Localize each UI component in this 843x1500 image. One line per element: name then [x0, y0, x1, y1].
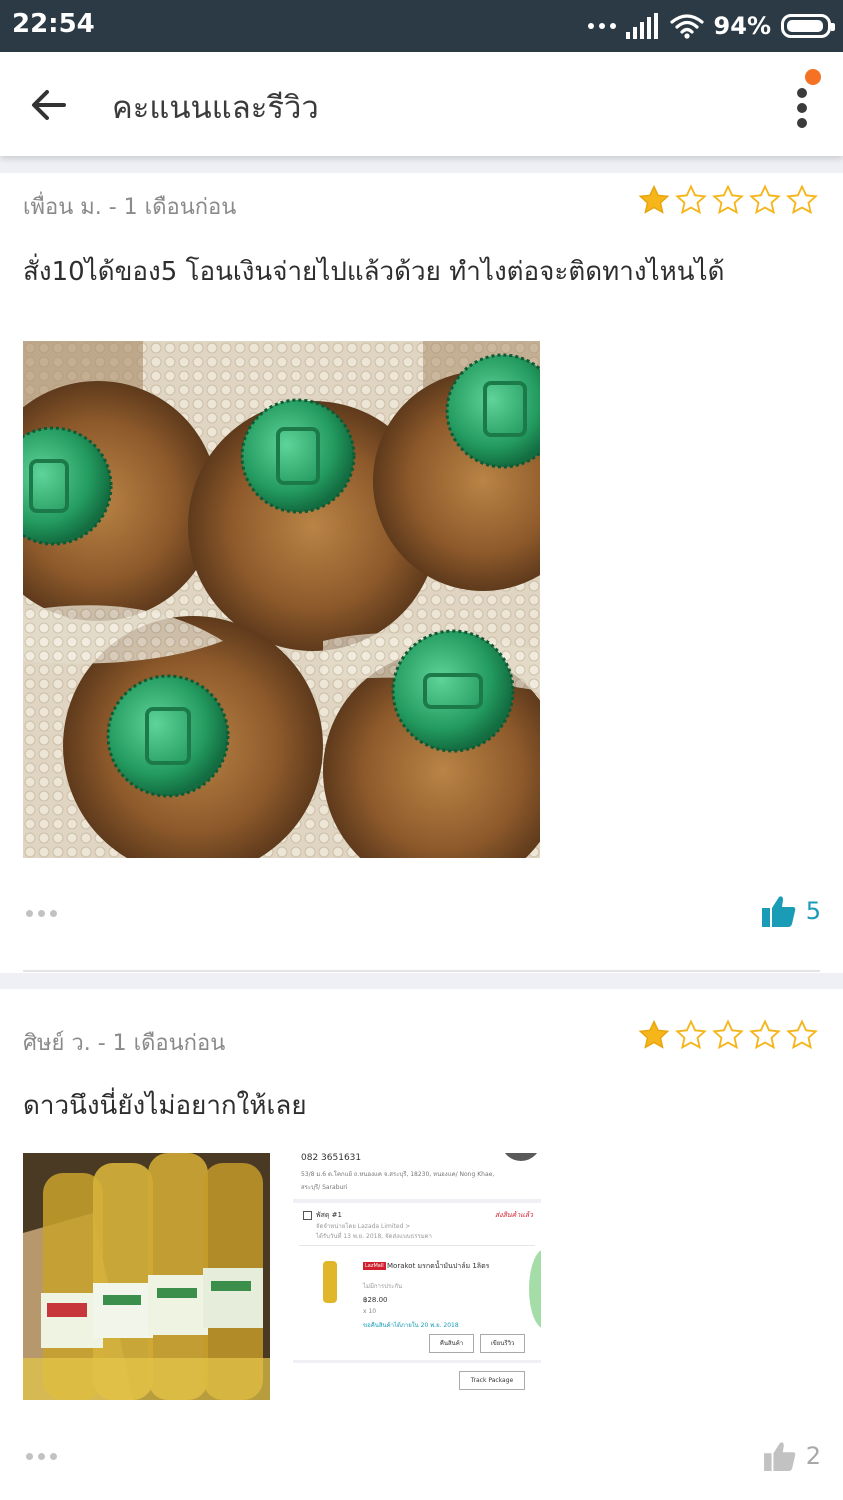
arrow-left-icon: [32, 90, 66, 120]
wifi-icon: [669, 14, 704, 39]
order-screenshot-photo[interactable]: 082 3651631 53/8 ม.6 ต.โคกแย้ ถ.หนองแค จ…: [293, 1153, 541, 1400]
star-rating: [637, 183, 819, 217]
order-warranty: ไม่มีการประกัน: [363, 1283, 403, 1290]
notification-dot: [805, 69, 821, 85]
like-count: 2: [805, 1442, 821, 1470]
star-filled-icon: [638, 184, 670, 214]
like-count: 5: [805, 897, 821, 925]
star-empty-icon: [786, 184, 818, 215]
reviewer-info: เพื่อน ม. - 1 เดือนก่อน: [23, 195, 237, 220]
cooking-oil-bottles-photo[interactable]: [23, 341, 540, 858]
star-empty-icon: [675, 184, 707, 215]
star-empty-icon: [712, 1019, 744, 1050]
order-return-note: ขอคืนสินค้าได้ภายใน 20 พ.ย. 2018: [363, 1322, 459, 1329]
section-gap: [0, 973, 843, 989]
thumbs-up-icon: [763, 1442, 795, 1471]
track-package-button[interactable]: Track Package: [459, 1371, 525, 1390]
app-header: คะแนนและรีวิว: [0, 52, 843, 156]
status-bar: 22:54 94%: [0, 0, 843, 52]
more-options-icon[interactable]: [26, 910, 57, 917]
return-button[interactable]: คืนสินค้า: [429, 1334, 474, 1353]
order-package-status: ส่งสินค้าแล้ว: [494, 1211, 533, 1219]
order-phone: 082 3651631: [301, 1153, 362, 1163]
like-button[interactable]: 5: [761, 895, 821, 927]
product-thumbnail: [323, 1261, 337, 1303]
star-empty-icon: [712, 184, 744, 215]
status-time: 22:54: [12, 9, 95, 39]
battery-percent: 94%: [713, 12, 771, 40]
review-card: เพื่อน ม. - 1 เดือนก่อน สั่ง10ได้ของ5 โอ…: [0, 173, 843, 973]
star-empty-icon: [675, 1019, 707, 1050]
like-button[interactable]: 2: [763, 1441, 821, 1471]
order-product-name: Morakot มรกตน้ำมันปาล์ม 1ลิตร: [387, 1262, 490, 1270]
battery-icon: [781, 14, 835, 38]
more-menu-button[interactable]: [787, 69, 821, 136]
review-card: ศิษย์ ว. - 1 เดือนก่อน ดาวนึงนี่ยังไม่อย…: [0, 989, 843, 1500]
more-vertical-icon: [797, 88, 807, 98]
order-quantity: x 10: [363, 1308, 377, 1315]
order-address-line1: 53/8 ม.6 ต.โคกแย้ ถ.หนองแค จ.สระบุรี, 18…: [301, 1171, 495, 1178]
more-options-icon[interactable]: [26, 1453, 57, 1460]
page-title: คะแนนและรีวิว: [112, 90, 319, 126]
order-package-label: พัสดุ #1: [316, 1211, 342, 1219]
thumbs-up-icon: [761, 896, 795, 927]
order-seller: จัดจำหน่ายโดย Lazada Limited >: [316, 1223, 411, 1230]
star-rating: [637, 1018, 819, 1052]
star-empty-icon: [749, 184, 781, 215]
order-address-line2: สระบุรี/ Saraburi: [301, 1184, 348, 1191]
status-icons: 94%: [587, 10, 835, 42]
review-text: สั่ง10ได้ของ5 โอนเงินจ่ายไปแล้วด้วย ทำไง…: [23, 257, 725, 287]
package-icon: [303, 1211, 312, 1220]
section-gap: [0, 156, 843, 173]
laz-mall-badge: LazMall: [363, 1262, 386, 1270]
more-dots-icon: [587, 23, 616, 29]
reviewer-info: ศิษย์ ว. - 1 เดือนก่อน: [23, 1031, 226, 1056]
star-empty-icon: [786, 1019, 818, 1050]
divider: [23, 970, 820, 972]
back-button[interactable]: [26, 82, 72, 128]
star-empty-icon: [749, 1019, 781, 1050]
review-text: ดาวนึงนี่ยังไม่อยากให้เลย: [23, 1091, 307, 1121]
oil-bottles-box-photo[interactable]: [23, 1153, 270, 1400]
star-filled-icon: [638, 1019, 670, 1049]
order-delivery: ได้รับวันที่ 13 พ.ย. 2018, จัดส่งแบบธรรม…: [316, 1233, 432, 1240]
write-review-button[interactable]: เขียนรีวิว: [480, 1334, 525, 1353]
order-price: ฿28.00: [363, 1296, 388, 1304]
signal-icon: [625, 13, 658, 39]
